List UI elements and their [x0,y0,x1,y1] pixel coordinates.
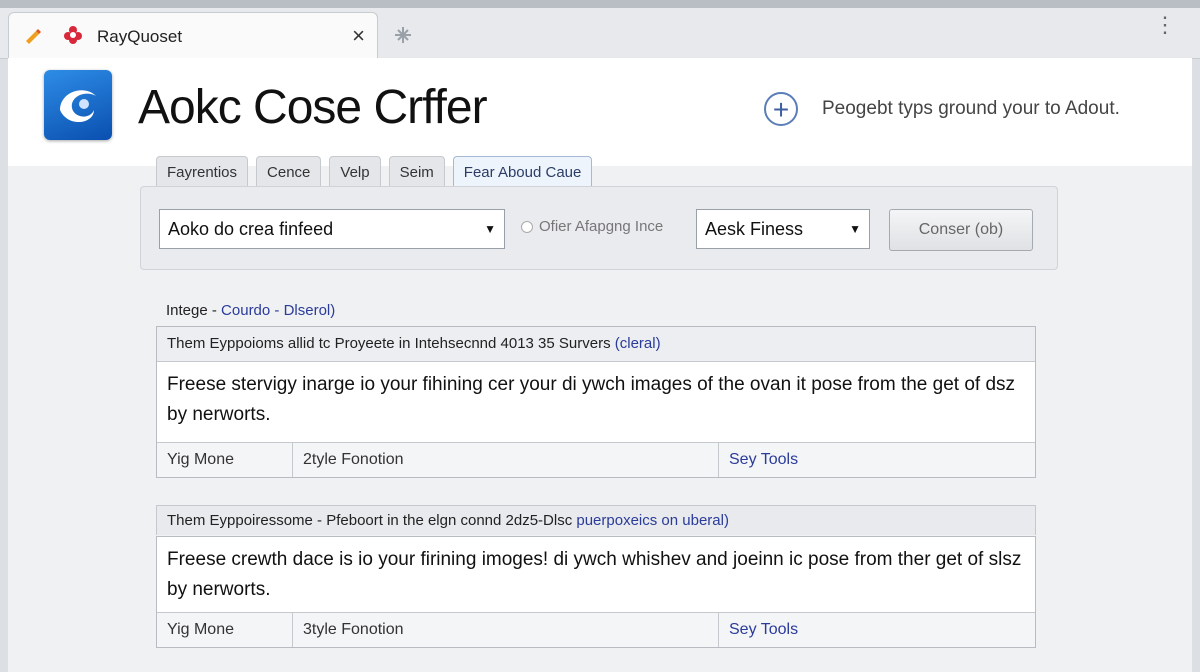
sey-tools-link[interactable]: Sey Tools [719,613,798,647]
section-header-link[interactable]: Courdo - Dlserol) [221,302,335,319]
flower-icon [64,26,82,44]
close-tab-icon[interactable]: × [352,23,365,49]
result-card: Freese crewth dace is io your firining i… [156,536,1036,648]
window-top-strip [0,0,1200,8]
card-body: Freese crewth dace is io your firining i… [167,549,1022,600]
header-action-label[interactable]: Peogebt typs ground your to Adout. [822,98,1120,120]
card-footer-cell: Yig Mone [157,613,293,647]
header-action[interactable]: + Peogebt typs ground your to Adout. [764,92,1120,126]
tab-fayrentios[interactable]: Fayrentios [156,156,249,188]
secondary-select-value: Aesk Finess [705,219,804,239]
tab-velp[interactable]: Velp [329,156,381,188]
card-body: Freese stervigy inarge io your fihining … [167,374,1016,425]
card-footer-cell: 3tyle Fonotion [293,613,719,647]
card-subheader-link[interactable]: (cleral) [615,335,661,352]
cancel-button[interactable]: Conser (ob) [889,209,1033,251]
tab-title: RayQuoset [97,27,183,46]
browser-tab-bar: RayQuoset × ⋮ [0,8,1200,59]
radio-button[interactable] [521,220,533,233]
page-header: Aokc Cose Crffer + Peogebt typs ground y… [8,58,1192,166]
card-footer: Yig Mone 2tyle Fonotion Sey Tools [157,442,1035,477]
tab-cence[interactable]: Cence [256,156,322,188]
chevron-down-icon: ▼ [484,222,496,236]
app-logo [44,70,112,140]
card-footer: Yig Mone 3tyle Fonotion Sey Tools [157,612,1035,647]
main-select[interactable]: Aoko do crea finfeed ▼ [159,209,505,249]
new-tab-icon[interactable] [392,24,414,46]
tab-fear-aboud-caue[interactable]: Fear Aboud Caue [452,156,593,188]
radio-label: Ofier Afapgng Ince [539,218,664,235]
secondary-select[interactable]: Aesk Finess ▼ [696,209,870,249]
radio-option[interactable]: Ofier Afapgng Ince [521,218,663,235]
page-tabs: Fayrentios Cence Velp Seim Fear Aboud Ca… [156,156,593,188]
card-subheader: Them Eyppoioms allid tc Proyeete in Inte… [157,327,1035,362]
plus-circle-icon[interactable]: + [764,92,798,126]
filter-panel: Aoko do crea finfeed ▼ Ofier Afapgng Inc… [140,186,1058,270]
browser-menu-icon[interactable]: ⋮ [1154,14,1176,36]
card-subheader-text: Them Eyppoiressome - Pfeboort in the elg… [167,512,577,529]
card-subheader-text: Them Eyppoioms allid tc Proyeete in Inte… [167,335,615,352]
page: Aokc Cose Crffer + Peogebt typs ground y… [8,58,1192,672]
logo-swirl-icon [60,90,96,123]
main-select-value: Aoko do crea finfeed [168,219,334,239]
pencil-icon [26,29,41,44]
chevron-down-icon: ▼ [849,222,861,236]
card-footer-cell: 2tyle Fonotion [293,443,719,477]
result-card: Them Eyppoioms allid tc Proyeete in Inte… [156,326,1036,478]
section-header-text: Intege - [166,302,222,319]
tab-seim[interactable]: Seim [388,156,445,188]
sey-tools-link[interactable]: Sey Tools [719,443,798,477]
page-title: Aokc Cose Crffer [138,81,488,134]
card-subheader: Them Eyppoiressome - Pfeboort in the elg… [156,505,1036,535]
section-header: Intege - Courdo - Dlserol) [156,296,1036,326]
browser-tab[interactable]: RayQuoset × [8,12,378,59]
card-footer-cell: Yig Mone [157,443,293,477]
card-subheader-link[interactable]: puerpoxeics on uberal) [576,512,729,529]
